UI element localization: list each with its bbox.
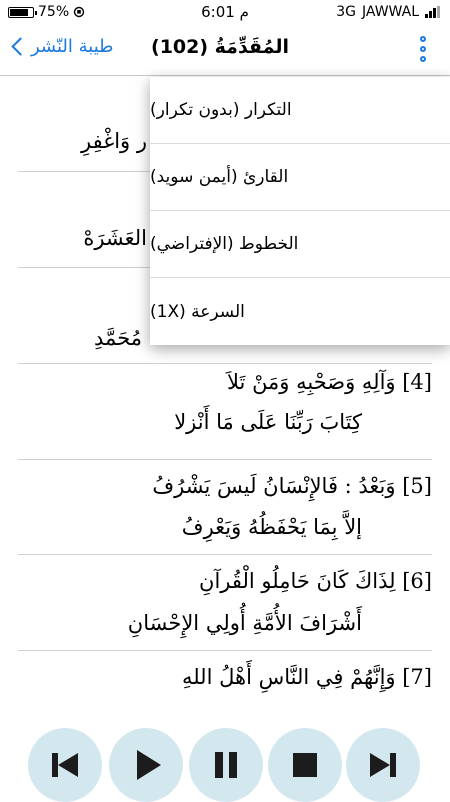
- menu-item-label: القارئ (أيمن سويد): [150, 167, 289, 187]
- verse-line-1: [6] لِذَاكَ كَانَ حَامِلُو الْقُرآنِ: [199, 569, 432, 593]
- verse-line-2: ر وَاغْفِرِ: [81, 129, 147, 153]
- status-right: 3G JAWWAL: [336, 4, 440, 20]
- page-title: المُقَدِّمَةُ (102): [151, 36, 289, 58]
- vertical-dots-icon[interactable]: [420, 36, 426, 62]
- menu-item-label: السرعة (1X): [150, 301, 245, 322]
- back-button-label: طيبة النّشر: [31, 36, 114, 57]
- back-button[interactable]: طيبة النّشر: [10, 36, 113, 57]
- pause-button[interactable]: [189, 728, 263, 802]
- verse-line-2: مُحَمَّدِ: [94, 326, 142, 350]
- menu-item-speed[interactable]: السرعة (1X): [150, 278, 450, 345]
- network-type: 3G: [336, 4, 356, 20]
- verse-row[interactable]: [6] لِذَاكَ كَانَ حَامِلُو الْقُرآنِ أَش…: [18, 555, 432, 651]
- status-bar: 75% 6:01 م 3G JAWWAL: [0, 0, 450, 26]
- menu-item-reciter[interactable]: القارئ (أيمن سويد): [150, 144, 450, 211]
- chevron-left-icon: [11, 37, 30, 56]
- options-menu: التكرار (بدون تكرار) القارئ (أيمن سويد) …: [150, 77, 450, 345]
- verse-line-2: العَشَرَهْ: [83, 226, 147, 250]
- stop-icon: [293, 753, 317, 777]
- carrier-name: JAWWAL: [362, 4, 419, 20]
- verse-row[interactable]: [4] وَآلِهِ وَصَحْبِهِ وَمَنْ تَلاَ كِتَ…: [18, 364, 432, 460]
- skip-previous-icon: [52, 753, 78, 777]
- playback-controls: [0, 718, 450, 802]
- stop-button[interactable]: [268, 728, 342, 802]
- play-icon: [137, 750, 161, 780]
- play-button[interactable]: [109, 728, 183, 802]
- skip-next-button[interactable]: [346, 728, 420, 802]
- menu-item-repeat[interactable]: التكرار (بدون تكرار): [150, 77, 450, 144]
- verse-line-1: [4] وَآلِهِ وَصَحْبِهِ وَمَنْ تَلاَ: [227, 370, 432, 394]
- verse-line-1: [5] وَبَعْدُ : فَالإِنْسَانُ لَيسَ يَشْر…: [152, 474, 432, 498]
- verse-line-1: [7] وَإِنَّهُمْ فِي النَّاسِ أَهْلُ الله…: [181, 665, 432, 689]
- skip-next-icon: [370, 753, 396, 777]
- navigation-bar: طيبة النّشر المُقَدِّمَةُ (102): [0, 26, 450, 76]
- menu-item-label: التكرار (بدون تكرار): [150, 100, 292, 120]
- verse-line-2: أَشْرَافَ الأُمَّةِ أُولِي الإِحْسَانِ: [127, 611, 362, 635]
- menu-item-fonts[interactable]: الخطوط (الإفتراضي): [150, 211, 450, 278]
- pause-icon: [215, 752, 237, 778]
- verse-row[interactable]: [5] وَبَعْدُ : فَالإِنْسَانُ لَيسَ يَشْر…: [18, 460, 432, 555]
- verse-line-2: إلاَّ بِمَا يَحْفَظُهُ وَيَعْرِفُ: [181, 515, 362, 539]
- verse-row[interactable]: [7] وَإِنَّهُمْ فِي النَّاسِ أَهْلُ الله…: [18, 651, 432, 717]
- signal-icon: [425, 6, 440, 18]
- verse-line-2: كِتَابَ رَبِّنَا عَلَى مَا أَنْزلا: [174, 410, 362, 434]
- menu-item-label: الخطوط (الإفتراضي): [150, 234, 299, 254]
- skip-previous-button[interactable]: [28, 728, 102, 802]
